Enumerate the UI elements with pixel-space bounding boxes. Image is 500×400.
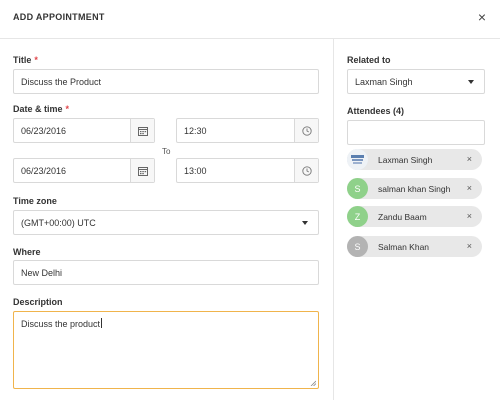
attendee-name: salman khan Singh [378,184,451,194]
column-divider [333,39,334,400]
remove-attendee-icon[interactable]: × [467,154,472,164]
datetime-label: Date & time * [13,104,69,114]
timezone-value: (GMT+00:00) UTC [21,218,96,228]
description-label: Description [13,297,63,307]
close-icon[interactable]: × [478,10,486,24]
dialog-title: ADD APPOINTMENT [13,12,105,22]
chevron-down-icon [468,80,474,84]
datetime-label-text: Date & time [13,104,63,114]
description-text: Discuss the product [21,319,101,329]
title-input-value: Discuss the Product [21,77,102,87]
attendees-label: Attendees (4) [347,106,405,116]
attendee-name: Laxman Singh [378,155,433,165]
start-time-input[interactable]: 12:30 [176,118,319,143]
end-time-input[interactable]: 13:00 [176,158,319,183]
timezone-select[interactable]: (GMT+00:00) UTC [13,210,319,235]
remove-attendee-icon[interactable]: × [467,211,472,221]
avatar [347,149,368,170]
end-date-input[interactable]: 06/23/2016 [13,158,155,183]
where-value: New Delhi [21,268,63,278]
avatar: Z [347,206,368,227]
remove-attendee-icon[interactable]: × [467,183,472,193]
title-input[interactable]: Discuss the Product [13,69,319,94]
related-to-value: Laxman Singh [355,77,413,87]
required-mark: * [34,55,38,65]
related-to-label: Related to [347,55,391,65]
title-label-text: Title [13,55,32,65]
avatar: S [347,236,368,257]
attendees-search-input[interactable] [347,120,485,145]
chevron-down-icon [302,221,308,225]
start-date-input[interactable]: 06/23/2016 [13,118,155,143]
avatar: S [347,178,368,199]
to-label: To [162,147,171,156]
attendee-name: Zandu Baam [378,212,427,222]
related-to-select[interactable]: Laxman Singh [347,69,485,94]
attendee-chip: Z Zandu Baam × [347,206,482,227]
end-time-value: 13:00 [184,166,207,176]
description-textarea[interactable]: Discuss the product [13,311,319,389]
required-mark: * [65,104,70,114]
attendee-name: Salman Khan [378,242,430,252]
calendar-icon[interactable] [130,159,154,182]
start-time-value: 12:30 [184,126,207,136]
clock-icon[interactable] [294,159,318,182]
attendee-chip: S salman khan Singh × [347,178,482,199]
resize-grip-icon[interactable] [310,380,316,386]
start-date-value: 06/23/2016 [21,126,67,136]
where-input[interactable]: New Delhi [13,260,319,285]
where-label: Where [13,247,41,257]
title-label: Title * [13,55,38,65]
calendar-icon[interactable] [130,119,154,142]
attendee-chip: Laxman Singh × [347,149,482,170]
clock-icon[interactable] [294,119,318,142]
description-value: Discuss the product [21,318,103,329]
text-cursor [101,318,103,328]
timezone-label: Time zone [13,196,57,206]
end-date-value: 06/23/2016 [21,166,67,176]
add-appointment-dialog: ADD APPOINTMENT × Title * Discuss the Pro… [0,0,500,400]
remove-attendee-icon[interactable]: × [467,241,472,251]
dialog-header: ADD APPOINTMENT × [0,0,500,39]
attendee-chip: S Salman Khan × [347,236,482,257]
